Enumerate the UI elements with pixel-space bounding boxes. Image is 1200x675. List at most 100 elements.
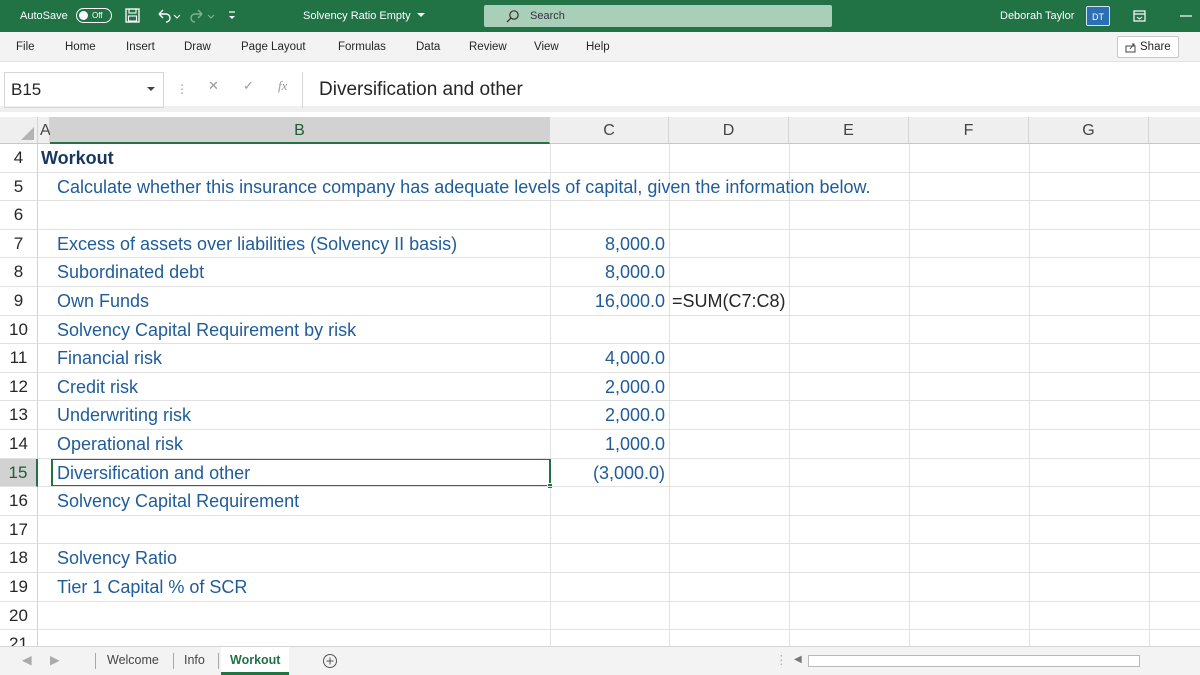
enter-icon[interactable]: ✓ <box>243 78 254 94</box>
document-title[interactable]: Solvency Ratio Empty <box>303 0 411 32</box>
tab-view[interactable]: View <box>534 32 559 62</box>
share-button[interactable]: Share <box>1117 36 1179 58</box>
cancel-icon[interactable]: ✕ <box>208 78 219 94</box>
row-label-cell[interactable]: Operational risk <box>57 430 183 459</box>
value-cell[interactable]: 8,000.0 <box>550 258 665 287</box>
section-heading[interactable]: Workout <box>41 144 114 173</box>
sheet-tab-welcome[interactable]: Welcome <box>107 647 159 675</box>
row-label-cell[interactable]: Financial risk <box>57 344 162 373</box>
title-chevron-down-icon[interactable] <box>417 13 425 19</box>
column-header-e[interactable]: E <box>789 117 909 144</box>
row-header[interactable]: 20 <box>0 601 38 631</box>
column-header-d[interactable]: D <box>669 117 789 144</box>
row-header[interactable]: 19 <box>0 573 38 602</box>
row-header[interactable]: 11 <box>0 344 38 373</box>
row-label-cell[interactable]: Solvency Capital Requirement by risk <box>57 316 356 345</box>
autosave-state: Off <box>92 11 103 20</box>
tab-data[interactable]: Data <box>416 32 440 62</box>
name-box-dropdown-icon[interactable] <box>147 87 155 92</box>
autosave-toggle[interactable]: Off <box>76 8 112 23</box>
value-cell[interactable]: 16,000.0 <box>550 287 665 316</box>
column-header-next[interactable] <box>1149 117 1200 144</box>
value-cell[interactable]: (3,000.0) <box>550 459 665 488</box>
value-cell[interactable] <box>550 516 665 545</box>
value-cell[interactable] <box>550 544 665 573</box>
value-cell[interactable]: 2,000.0 <box>550 401 665 430</box>
formula-note-cell[interactable]: =SUM(C7:C8) <box>672 287 786 316</box>
row-label-cell[interactable]: Calculate whether this insurance company… <box>57 173 870 202</box>
value-cell[interactable] <box>550 602 665 631</box>
tab-formulas[interactable]: Formulas <box>338 32 386 62</box>
tab-draw[interactable]: Draw <box>184 32 211 62</box>
value-cell[interactable] <box>550 201 665 230</box>
value-cell[interactable] <box>550 487 665 516</box>
tab-file[interactable]: File <box>16 32 35 62</box>
sheet-tab-workout[interactable]: Workout <box>221 647 290 675</box>
value-cell[interactable]: 2,000.0 <box>550 373 665 402</box>
value-cell[interactable] <box>550 173 665 202</box>
value-cell[interactable]: 4,000.0 <box>550 344 665 373</box>
column-header-b[interactable]: B <box>50 117 550 144</box>
row-header[interactable]: 9 <box>0 287 38 316</box>
column-header-g[interactable]: G <box>1029 117 1149 144</box>
search-placeholder: Search <box>530 10 565 22</box>
value-cell[interactable] <box>550 573 665 602</box>
tab-split-grip-icon[interactable]: ⋮ <box>775 647 788 675</box>
row-header[interactable]: 13 <box>0 401 38 430</box>
select-all-corner[interactable] <box>0 117 38 144</box>
row-header[interactable]: 14 <box>0 430 38 459</box>
name-box-value: B15 <box>11 80 42 99</box>
customize-qat-icon[interactable] <box>227 10 237 22</box>
row-header[interactable]: 6 <box>0 201 38 230</box>
column-header-a[interactable]: A <box>38 117 51 144</box>
undo-icon[interactable] <box>155 8 181 23</box>
tab-help[interactable]: Help <box>586 32 610 62</box>
value-cell[interactable] <box>550 144 665 173</box>
row-label-cell[interactable]: Solvency Ratio <box>57 544 177 573</box>
row-header[interactable]: 15 <box>0 458 38 488</box>
user-name[interactable]: Deborah Taylor <box>1000 0 1074 32</box>
row-label-cell[interactable]: Subordinated debt <box>57 258 204 287</box>
row-label-cell[interactable]: Credit risk <box>57 373 138 402</box>
column-header-c[interactable]: C <box>550 117 669 144</box>
row-label-cell[interactable]: Own Funds <box>57 287 149 316</box>
insert-function-icon[interactable]: fx <box>278 78 287 94</box>
row-header[interactable]: 5 <box>0 172 38 202</box>
tab-insert[interactable]: Insert <box>126 32 155 62</box>
row-header[interactable]: 18 <box>0 544 38 573</box>
row-label-cell[interactable]: Tier 1 Capital % of SCR <box>57 573 247 602</box>
next-sheet-icon[interactable]: ▶ <box>50 647 60 675</box>
search-input[interactable]: Search <box>484 5 832 27</box>
column-header-f[interactable]: F <box>909 117 1029 144</box>
avatar[interactable]: DT <box>1086 6 1110 26</box>
formula-input[interactable]: Diversification and other <box>302 72 1200 108</box>
tab-review[interactable]: Review <box>469 32 507 62</box>
row-label-cell[interactable]: Solvency Capital Requirement <box>57 487 299 516</box>
sheet-tab-info[interactable]: Info <box>184 647 205 675</box>
tab-page-layout[interactable]: Page Layout <box>241 32 306 62</box>
row-header[interactable]: 16 <box>0 487 38 516</box>
value-cell[interactable] <box>550 316 665 345</box>
row-header[interactable]: 17 <box>0 515 38 545</box>
ribbon-display-icon[interactable] <box>1133 10 1146 22</box>
name-box[interactable]: B15 <box>4 72 164 108</box>
row-header[interactable]: 10 <box>0 315 38 345</box>
minimize-icon[interactable] <box>1180 15 1192 17</box>
scroll-left-icon[interactable]: ◀ <box>794 647 802 675</box>
row-header[interactable]: 8 <box>0 258 38 287</box>
worksheet-grid[interactable]: A B C D E F G 4 Workout 5 Calculate whether… <box>0 112 1200 648</box>
row-header[interactable]: 12 <box>0 372 38 402</box>
prev-sheet-icon[interactable]: ◀ <box>22 647 32 675</box>
redo-icon[interactable] <box>190 8 216 23</box>
row-header[interactable]: 7 <box>0 229 38 259</box>
tab-home[interactable]: Home <box>65 32 96 62</box>
value-cell[interactable]: 1,000.0 <box>550 430 665 459</box>
save-icon[interactable] <box>125 8 140 23</box>
row-label-cell[interactable]: Excess of assets over liabilities (Solve… <box>57 230 457 259</box>
new-sheet-icon[interactable] <box>322 653 338 669</box>
row-label-cell[interactable]: Diversification and other <box>57 459 250 488</box>
horizontal-scrollbar[interactable] <box>808 655 1140 667</box>
value-cell[interactable]: 8,000.0 <box>550 230 665 259</box>
row-header[interactable]: 4 <box>0 144 38 173</box>
row-label-cell[interactable]: Underwriting risk <box>57 401 191 430</box>
